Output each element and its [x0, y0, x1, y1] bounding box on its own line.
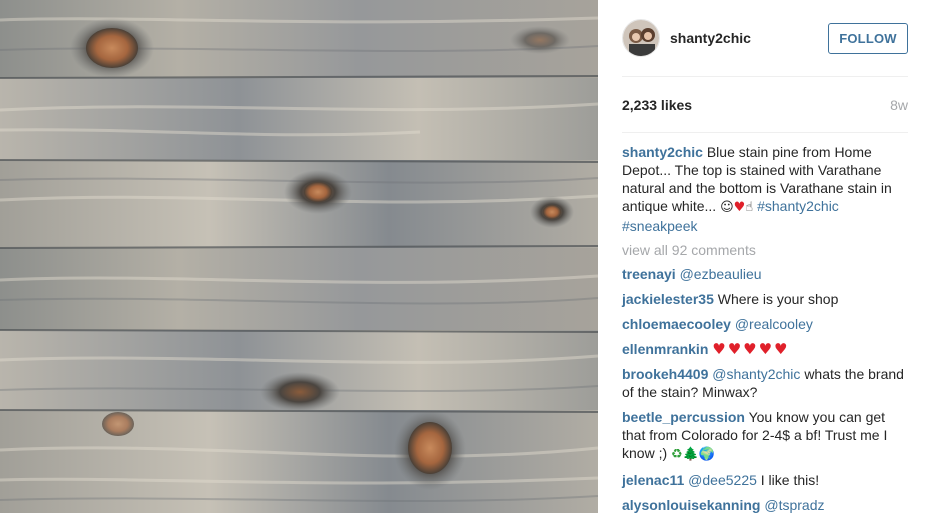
post-time[interactable]: 8w	[890, 97, 908, 113]
comment-text: Where is your shop	[717, 291, 839, 307]
post-stats: 2,233 likes 8w	[622, 77, 908, 133]
comment-item: beetle_percussion You know you can get t…	[622, 408, 908, 464]
comment-username[interactable]: ellenmrankin	[622, 341, 708, 357]
comment-mention[interactable]: @shanty2chic	[712, 366, 800, 382]
comments-list: shanty2chic Blue stain pine from Home De…	[622, 133, 908, 513]
comment-item: jackielester35 Where is your shop	[622, 290, 908, 308]
comment-item: jelenac11 @dee5225 I like this!	[622, 471, 908, 489]
tree-emoji-icon: 🌲	[682, 447, 699, 462]
comment-text: I like this!	[760, 472, 820, 488]
hashtag-sneakpeek[interactable]: #sneakpeek	[622, 218, 698, 234]
comment-username[interactable]: chloemaecooley	[622, 316, 731, 332]
wood-planks-photo	[0, 0, 598, 513]
comment-mention[interactable]: @ezbeaulieu	[680, 266, 762, 282]
header-username[interactable]: shanty2chic	[670, 30, 751, 46]
comment-item: chloemaecooley @realcooley	[622, 315, 908, 333]
comment-username[interactable]: brookeh4409	[622, 366, 708, 382]
post-header: shanty2chic FOLLOW	[622, 0, 908, 77]
comment-mention[interactable]: @realcooley	[735, 316, 813, 332]
view-all-comments[interactable]: view all 92 comments	[622, 242, 908, 258]
recycle-emoji-icon: ♻	[671, 447, 683, 462]
comment-username[interactable]: treenayi	[622, 266, 676, 282]
comment-mention[interactable]: @dee5225	[688, 472, 757, 488]
follow-button[interactable]: FOLLOW	[828, 22, 908, 54]
hashtag-shanty2chic[interactable]: #shanty2chic	[757, 198, 839, 214]
avatar-icon	[623, 20, 659, 56]
post-photo[interactable]	[0, 0, 598, 513]
hearts-emoji-icon: ♥♥♥♥♥	[712, 340, 790, 358]
view-all-comments-link[interactable]: view all 92 comments	[622, 242, 908, 258]
comment-item: alysonlouisekanning @tspradz	[622, 496, 908, 513]
instagram-post: shanty2chic FOLLOW 2,233 likes 8w shanty…	[0, 0, 928, 513]
comment-username[interactable]: beetle_percussion	[622, 409, 745, 425]
comment-item: brookeh4409 @shanty2chic whats the brand…	[622, 365, 908, 401]
comment-username[interactable]: jelenac11	[622, 472, 684, 488]
pointing-up-emoji-icon: ☝	[745, 200, 754, 215]
smile-emoji-icon: ☺	[720, 200, 734, 215]
profile-avatar[interactable]	[622, 19, 660, 57]
caption: shanty2chic Blue stain pine from Home De…	[622, 143, 908, 235]
comment-item: ellenmrankin ♥♥♥♥♥	[622, 340, 908, 358]
comment-mention[interactable]: @tspradz	[764, 497, 824, 513]
comment-username[interactable]: alysonlouisekanning	[622, 497, 760, 513]
comment-username[interactable]: jackielester35	[622, 291, 714, 307]
post-details-panel: shanty2chic FOLLOW 2,233 likes 8w shanty…	[598, 0, 928, 513]
globe-emoji-icon: 🌍	[698, 447, 716, 462]
heart-emoji-icon: ♥	[733, 200, 746, 215]
comment-item: treenayi @ezbeaulieu	[622, 265, 908, 283]
caption-username[interactable]: shanty2chic	[622, 144, 703, 160]
likes-count[interactable]: 2,233 likes	[622, 97, 692, 113]
